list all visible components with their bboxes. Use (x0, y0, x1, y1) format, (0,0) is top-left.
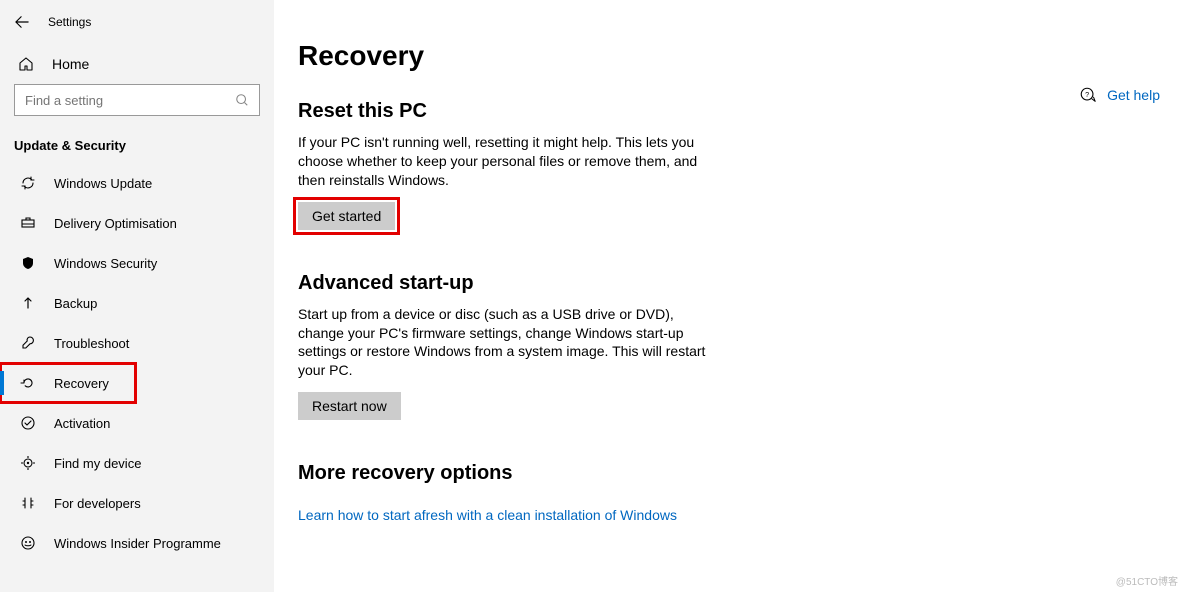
nav-label: Recovery (54, 376, 109, 391)
search-box[interactable] (14, 84, 260, 116)
sidebar-item-activation[interactable]: Activation (0, 403, 274, 443)
home-icon (18, 56, 34, 72)
check-circle-icon (20, 415, 36, 431)
main-panel: Recovery Reset this PC If your PC isn't … (274, 0, 1184, 592)
sidebar-item-backup[interactable]: Backup (0, 283, 274, 323)
nav-label: Activation (54, 416, 110, 431)
location-icon (20, 455, 36, 471)
get-help-link[interactable]: Get help (1107, 87, 1160, 103)
sidebar-item-delivery-optimisation[interactable]: Delivery Optimisation (0, 203, 274, 243)
sidebar-section-label: Update & Security (0, 126, 274, 163)
nav-label: For developers (54, 496, 141, 511)
search-icon (235, 93, 249, 107)
backup-icon (20, 295, 36, 311)
sidebar-item-find-my-device[interactable]: Find my device (0, 443, 274, 483)
arrow-left-icon (15, 15, 29, 29)
nav-label: Delivery Optimisation (54, 216, 177, 231)
wrench-icon (20, 335, 36, 351)
insider-icon (20, 535, 36, 551)
recovery-icon (20, 375, 36, 391)
sidebar-home[interactable]: Home (0, 44, 274, 84)
restart-now-button[interactable]: Restart now (298, 392, 401, 420)
nav-label: Windows Insider Programme (54, 536, 221, 551)
watermark: @51CTO博客 (1116, 573, 1178, 588)
sidebar-item-windows-security[interactable]: Windows Security (0, 243, 274, 283)
back-button[interactable] (12, 12, 32, 32)
nav-label: Windows Update (54, 176, 152, 191)
sidebar-item-for-developers[interactable]: For developers (0, 483, 274, 523)
reset-desc: If your PC isn't running well, resetting… (298, 133, 718, 190)
nav-label: Backup (54, 296, 97, 311)
sidebar-item-windows-insider[interactable]: Windows Insider Programme (0, 523, 274, 563)
home-label: Home (52, 56, 89, 72)
sidebar-item-recovery[interactable]: Recovery (0, 363, 136, 403)
nav-label: Troubleshoot (54, 336, 129, 351)
developer-icon (20, 495, 36, 511)
nav-label: Windows Security (54, 256, 157, 271)
search-input[interactable] (25, 93, 235, 108)
sidebar: Settings Home Update & Security Windows … (0, 0, 274, 592)
advanced-heading: Advanced start-up (298, 272, 1160, 295)
clean-install-link[interactable]: Learn how to start afresh with a clean i… (298, 507, 677, 523)
page-title: Recovery (298, 40, 1160, 72)
nav-label: Find my device (54, 456, 141, 471)
search-wrap (0, 84, 274, 126)
get-started-button[interactable]: Get started (298, 202, 395, 230)
more-heading: More recovery options (298, 462, 1160, 485)
advanced-desc: Start up from a device or disc (such as … (298, 305, 718, 381)
svg-text:?: ? (1085, 90, 1089, 99)
sync-icon (20, 175, 36, 191)
shield-icon (20, 255, 36, 271)
sidebar-item-windows-update[interactable]: Windows Update (0, 163, 274, 203)
sidebar-nav: Windows Update Delivery Optimisation Win… (0, 163, 274, 563)
titlebar: Settings (0, 0, 274, 44)
app-title: Settings (48, 15, 91, 29)
help-icon: ? (1079, 86, 1097, 104)
sidebar-item-troubleshoot[interactable]: Troubleshoot (0, 323, 274, 363)
help-region: ? Get help (1079, 86, 1160, 104)
reset-heading: Reset this PC (298, 100, 1160, 123)
delivery-icon (20, 215, 36, 231)
